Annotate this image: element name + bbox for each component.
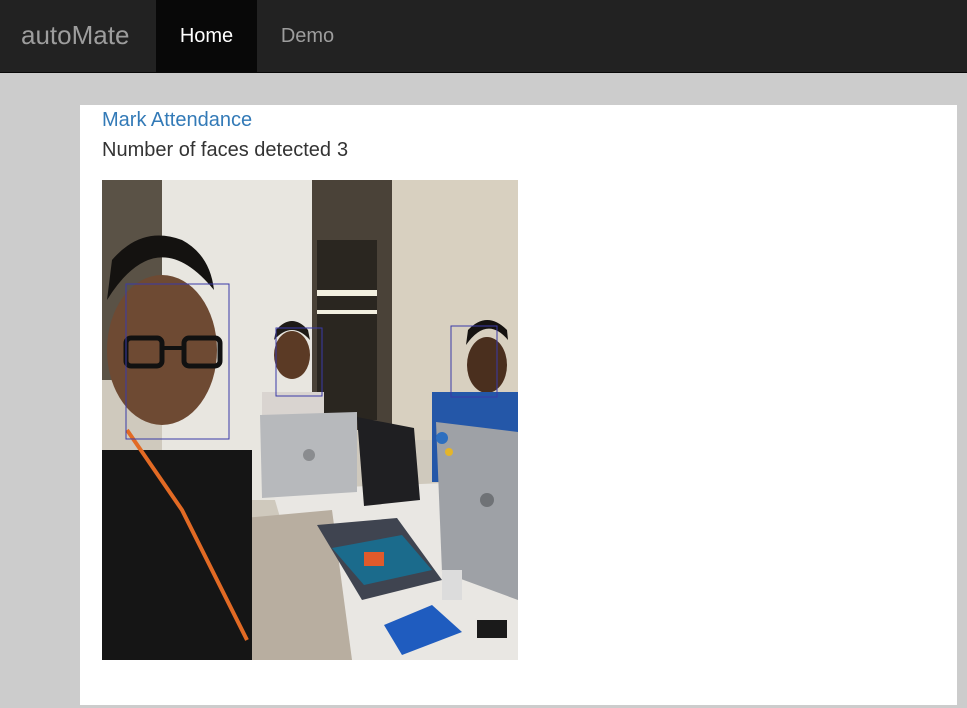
mark-attendance-link[interactable]: Mark Attendance bbox=[102, 108, 252, 132]
brand-logo[interactable]: autoMate bbox=[21, 20, 129, 50]
photo-illustration bbox=[102, 180, 518, 660]
top-navbar: autoMate Home Demo bbox=[0, 0, 967, 73]
faces-detected-text: Number of faces detected 3 bbox=[102, 138, 348, 162]
content-panel: Mark Attendance Number of faces detected… bbox=[80, 105, 957, 705]
attendance-photo bbox=[102, 180, 518, 660]
faces-detected-count: 3 bbox=[337, 139, 349, 161]
nav-item-demo[interactable]: Demo bbox=[257, 0, 358, 73]
nav-item-home[interactable]: Home bbox=[156, 0, 257, 73]
faces-detected-label: Number of faces detected bbox=[102, 139, 332, 161]
